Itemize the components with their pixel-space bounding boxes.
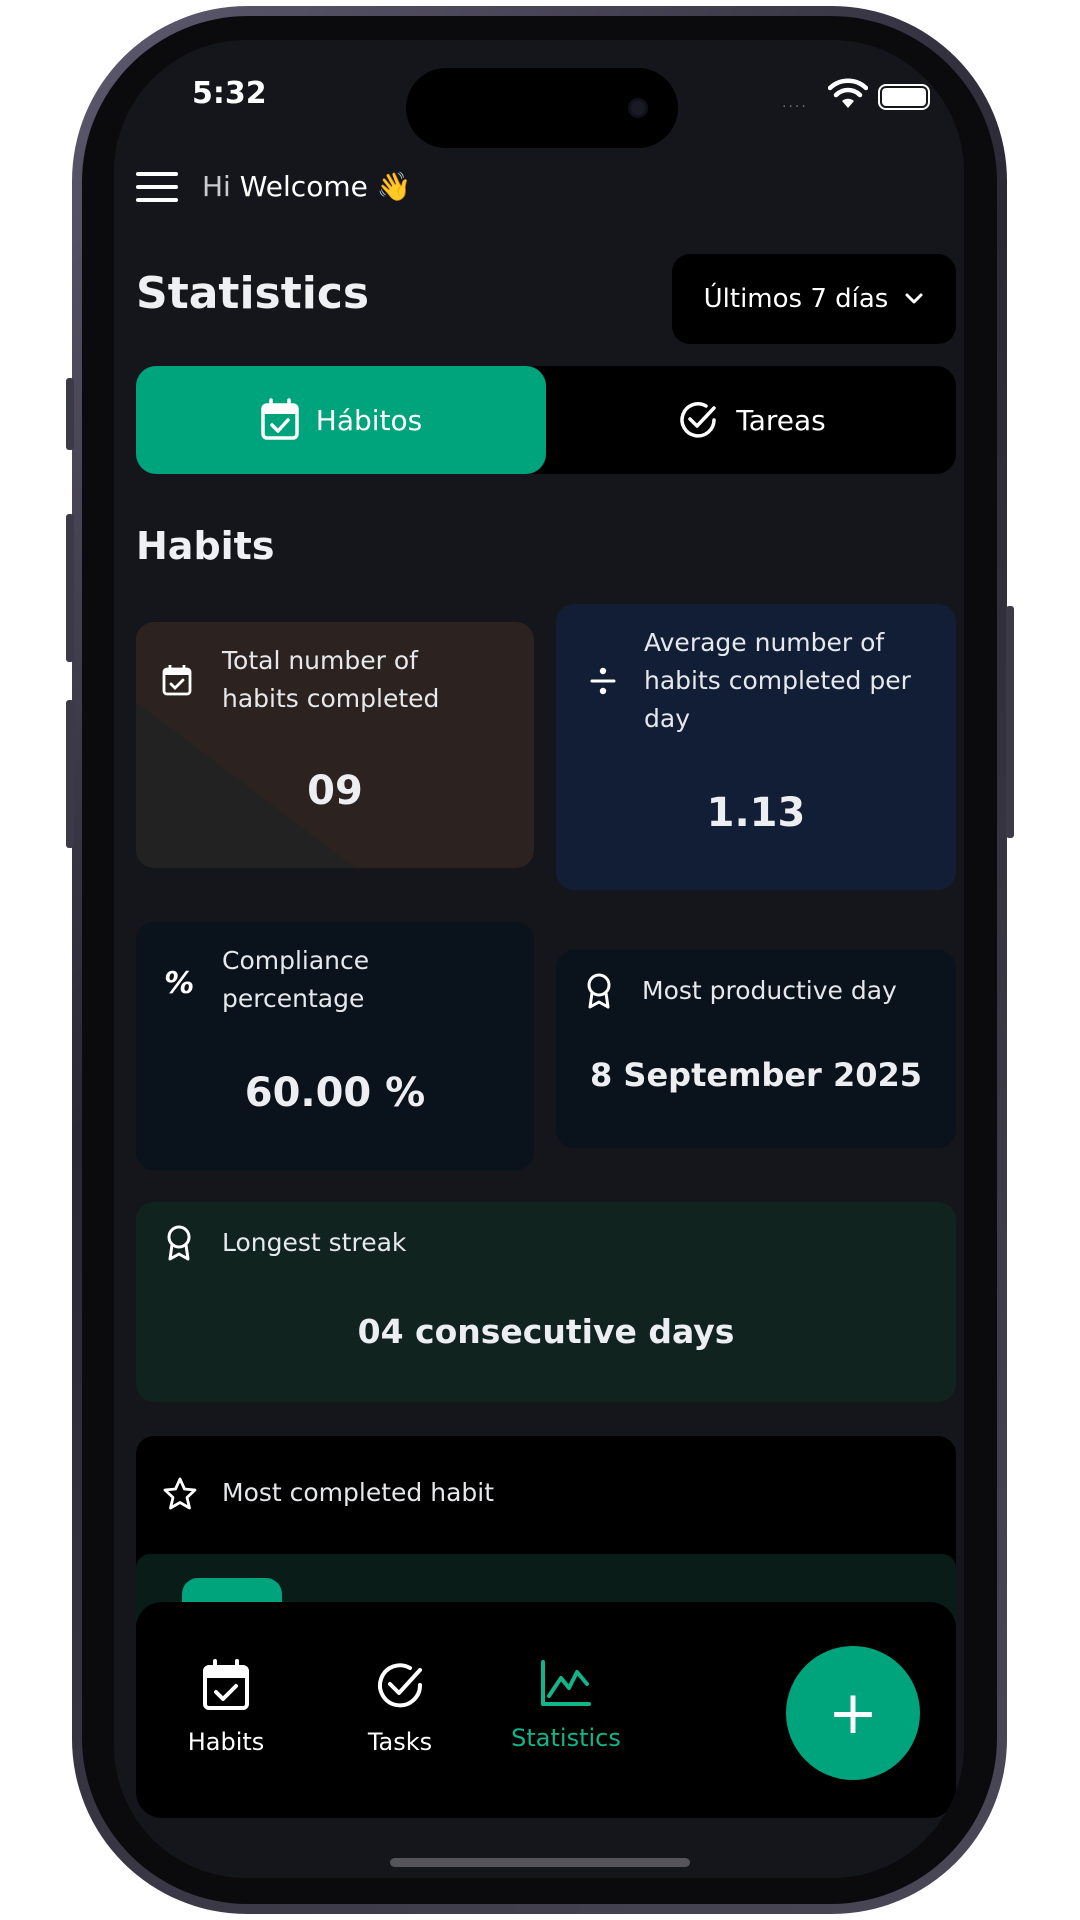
nav-statistics-label: Statistics	[511, 1724, 621, 1752]
stat-average-label-line1: Average number of	[644, 628, 885, 657]
stat-compliance-value: 60.00 %	[244, 1070, 426, 1116]
stat-streak-value: 04 consecutive days	[357, 1312, 735, 1351]
front-camera	[628, 98, 648, 118]
stat-productive-day-label: Most productive day	[642, 976, 897, 1005]
add-button[interactable]: +	[786, 1646, 920, 1780]
period-dropdown[interactable]: Últimos 7 días	[672, 254, 956, 344]
greeting-hi: Hi	[202, 170, 231, 203]
stat-compliance-label-line2: percentage	[222, 984, 365, 1013]
stat-total-label-line2: habits completed	[222, 684, 440, 713]
stat-card-streak: Longest streak 04 consecutive days	[136, 1202, 956, 1402]
check-circle-icon	[378, 1663, 423, 1708]
tab-tareas-label: Tareas	[736, 403, 826, 437]
section-title: Habits	[136, 524, 275, 568]
nav-habits[interactable]: Habits	[136, 1658, 316, 1756]
stat-average-label-line3: day	[644, 704, 690, 733]
stat-card-compliance: % Compliance percentage 60.00 %	[136, 922, 534, 1170]
stat-average-label-line2: habits completed per	[644, 666, 911, 695]
wifi-icon	[828, 78, 868, 108]
stat-streak-label: Longest streak	[222, 1228, 407, 1257]
nav-habits-label: Habits	[187, 1728, 265, 1756]
stat-average-label: Average number of habits completed per d…	[644, 624, 911, 738]
stat-card-average: Average number of habits completed per d…	[556, 604, 956, 890]
nav-tasks[interactable]: Tasks	[310, 1658, 490, 1756]
greeting: Hi Welcome 👋	[202, 170, 412, 203]
stat-compliance-label: Compliance percentage	[222, 942, 369, 1018]
battery-icon	[878, 84, 930, 110]
nav-statistics[interactable]: Statistics	[476, 1658, 656, 1752]
calendar-check-icon	[261, 398, 299, 440]
star-icon	[163, 1477, 197, 1510]
wave-emoji: 👋	[376, 170, 412, 203]
percent-icon: %	[161, 966, 197, 1001]
chevron-down-icon	[905, 293, 923, 304]
divide-icon	[590, 667, 616, 695]
stat-total-value: 09	[307, 768, 363, 814]
tab-habitos-label: Hábitos	[315, 403, 423, 437]
stat-most-completed-label: Most completed habit	[222, 1478, 495, 1507]
calendar-check-icon	[162, 665, 192, 696]
period-dropdown-value: Últimos 7 días	[703, 284, 889, 314]
greeting-name: Welcome	[239, 170, 368, 203]
award-icon	[167, 1225, 191, 1261]
stat-card-total: Total number of habits completed 09	[136, 622, 534, 868]
stat-compliance-label-line1: Compliance	[222, 946, 370, 975]
volume-up-button	[66, 514, 74, 662]
action-button	[66, 378, 74, 450]
app-screen: 5:32 .... Hi Welcome 👋 Statistics Último…	[114, 40, 964, 1878]
power-button	[1006, 606, 1014, 838]
dynamic-island	[406, 68, 678, 148]
plus-icon: +	[827, 1678, 879, 1748]
segment-tabs: Hábitos Tareas	[136, 366, 956, 474]
page-title: Statistics	[136, 268, 370, 319]
status-time: 5:32	[192, 76, 267, 111]
volume-down-button	[66, 700, 74, 848]
tab-habitos[interactable]: Hábitos	[136, 366, 546, 474]
nav-tasks-label: Tasks	[367, 1728, 433, 1756]
tab-tareas[interactable]: Tareas	[546, 366, 956, 474]
chart-line-icon	[541, 1660, 591, 1706]
award-icon	[587, 973, 611, 1009]
calendar-check-icon	[203, 1659, 249, 1710]
home-indicator[interactable]	[390, 1858, 690, 1867]
stat-total-label: Total number of habits completed	[222, 642, 439, 718]
stat-average-value: 1.13	[706, 790, 806, 836]
stat-total-label-line1: Total number of	[222, 646, 418, 675]
check-circle-icon	[680, 402, 716, 438]
stat-productive-day-value: 8 September 2025	[590, 1056, 922, 1094]
stat-card-productive-day: Most productive day 8 September 2025	[556, 950, 956, 1148]
signal-icon: ....	[782, 95, 808, 111]
menu-icon[interactable]	[136, 172, 178, 202]
bottom-nav: Habits Tasks Statistics +	[136, 1602, 956, 1818]
